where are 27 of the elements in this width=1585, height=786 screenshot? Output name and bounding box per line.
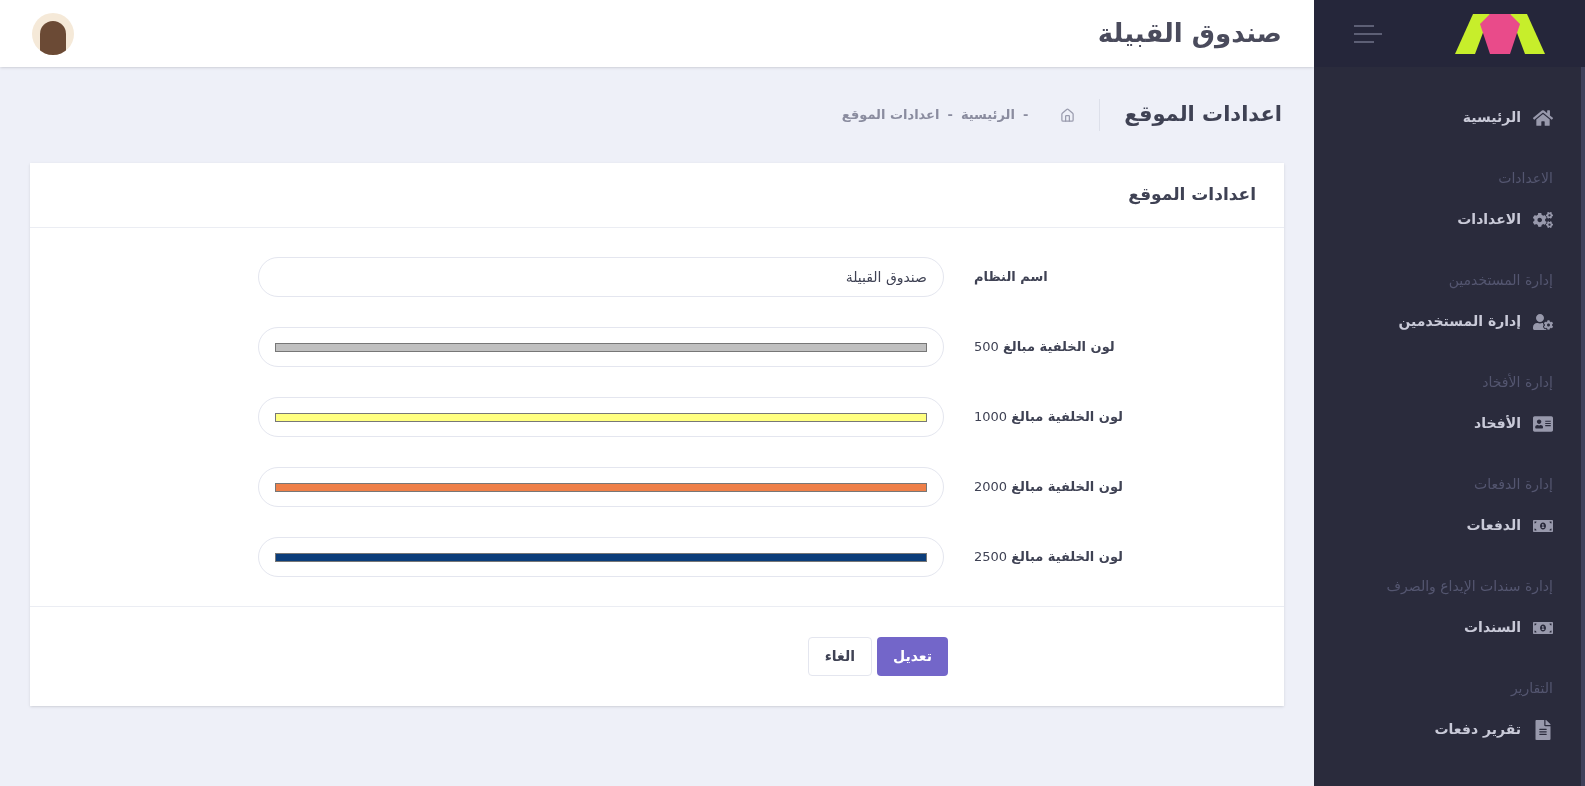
user-gear-icon — [1533, 311, 1553, 332]
text-input-field[interactable]: صندوق القبيلة — [258, 257, 944, 297]
sidebar-item[interactable]: إدارة المستخدمين — [1314, 299, 1581, 344]
sidebar-item[interactable]: تقرير دفعات — [1314, 707, 1581, 752]
cancel-button[interactable]: الغاء — [807, 637, 872, 676]
contact-card-icon — [1533, 413, 1553, 434]
sidebar-item[interactable]: الرئيسية — [1314, 95, 1581, 140]
color-input-field[interactable] — [258, 467, 944, 507]
document-icon — [1533, 719, 1553, 740]
sidebar-item[interactable]: الأفخاد — [1314, 401, 1581, 446]
edit-button[interactable]: تعديل — [877, 637, 948, 676]
color-input-field[interactable] — [258, 327, 944, 367]
field-label: اسم النظام — [974, 269, 1048, 285]
menu-icon[interactable] — [1354, 24, 1382, 43]
app-title: صندوق القبيلة — [1097, 17, 1282, 51]
home-icon[interactable] — [1060, 107, 1076, 123]
sidebar-item[interactable]: الدفعات — [1314, 503, 1581, 548]
logo-icon — [1455, 13, 1545, 54]
sidebar-item[interactable]: الاعدادات — [1314, 197, 1581, 242]
home-icon — [1533, 107, 1553, 128]
card-title: اعدادات الموقع — [1128, 183, 1256, 207]
avatar[interactable] — [32, 12, 74, 55]
color-input-field[interactable] — [258, 397, 944, 437]
color-input-field[interactable] — [258, 537, 944, 577]
gears-icon — [1533, 209, 1553, 230]
sidebar-item[interactable]: السندات — [1314, 605, 1581, 650]
page-title: اعدادات الموقع — [1099, 99, 1282, 131]
